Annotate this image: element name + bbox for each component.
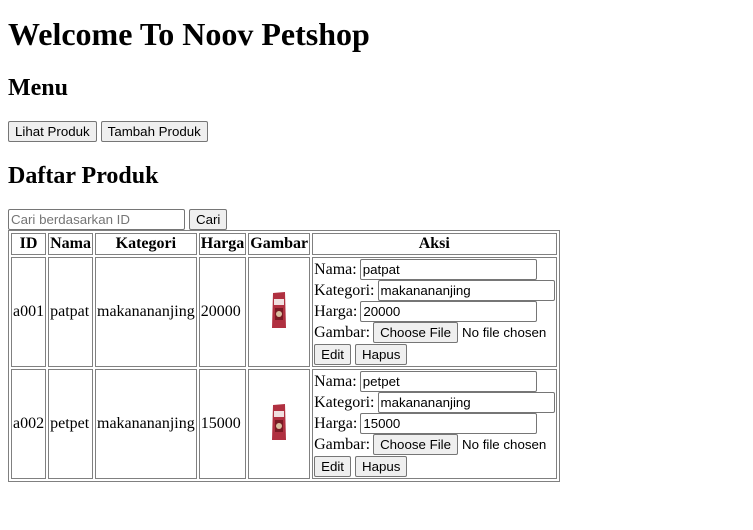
table-row: a001 patpat makanananjing 20000 Nama: pa… (11, 257, 557, 367)
header-nama: Nama (48, 233, 93, 255)
cell-id: a001 (11, 257, 47, 367)
hapus-button[interactable]: Hapus (355, 344, 408, 365)
header-kategori: Kategori (95, 233, 197, 255)
search-button[interactable]: Cari (189, 209, 228, 230)
kategori-field[interactable] (377, 280, 555, 301)
cell-kategori: makanananjing (95, 257, 197, 367)
menu-heading: Menu (8, 75, 68, 101)
cell-gambar (248, 257, 311, 367)
nama-field[interactable] (359, 259, 537, 280)
cell-nama: petpet (48, 369, 93, 479)
tambah-produk-button[interactable]: Tambah Produk (100, 121, 208, 142)
header-aksi: Aksi (312, 233, 557, 255)
harga-label: Harga: (314, 415, 358, 432)
search-input[interactable] (8, 209, 185, 230)
header-gambar: Gambar (248, 233, 311, 255)
file-status: No file chosen (462, 325, 547, 340)
kategori-field[interactable] (377, 392, 555, 413)
page-title: Welcome To Noov Petshop (8, 16, 370, 52)
menu-buttons: Lihat Produk Tambah Produk (8, 121, 208, 142)
cell-harga: 15000 (198, 369, 247, 479)
kategori-label: Kategori: (314, 394, 375, 411)
daftar-produk-heading: Daftar Produk (8, 163, 159, 189)
hapus-button[interactable]: Hapus (355, 456, 408, 477)
nama-field[interactable] (359, 371, 537, 392)
gambar-label: Gambar: (314, 324, 371, 341)
product-image (270, 402, 288, 442)
cell-aksi: Nama: Kategori: Harga: Gambar: (312, 257, 557, 367)
harga-field[interactable] (360, 413, 538, 434)
header-harga: Harga (198, 233, 247, 255)
table-row: a002 petpet makanananjing 15000 Nama: pe… (11, 369, 557, 479)
kategori-label: Kategori: (314, 282, 375, 299)
choose-file-button[interactable]: Choose File (373, 434, 459, 455)
lihat-produk-button[interactable]: Lihat Produk (8, 121, 97, 142)
choose-file-button[interactable]: Choose File (373, 322, 459, 343)
cell-gambar (248, 369, 311, 479)
nama-label: Nama: (314, 373, 357, 390)
edit-form: Nama: Kategori: Harga: Gambar: (314, 371, 555, 477)
cell-kategori: makanananjing (95, 369, 197, 479)
cell-id: a002 (11, 369, 47, 479)
product-table: ID Nama Kategori Harga Gambar Aksi a001 … (8, 230, 560, 482)
product-image (270, 290, 288, 330)
file-status: No file chosen (462, 437, 547, 452)
search-bar: Cari (8, 209, 228, 230)
cell-aksi: Nama: Kategori: Harga: Gambar: (312, 369, 557, 479)
cell-harga: 20000 (198, 257, 247, 367)
edit-button[interactable]: Edit (314, 456, 351, 477)
edit-form: Nama: Kategori: Harga: Gambar: (314, 259, 555, 365)
gambar-label: Gambar: (314, 436, 371, 453)
harga-field[interactable] (360, 301, 538, 322)
table-header-row: ID Nama Kategori Harga Gambar Aksi (11, 233, 557, 255)
edit-button[interactable]: Edit (314, 344, 351, 365)
cell-nama: patpat (48, 257, 93, 367)
harga-label: Harga: (314, 303, 358, 320)
header-id: ID (11, 233, 47, 255)
nama-label: Nama: (314, 261, 357, 278)
